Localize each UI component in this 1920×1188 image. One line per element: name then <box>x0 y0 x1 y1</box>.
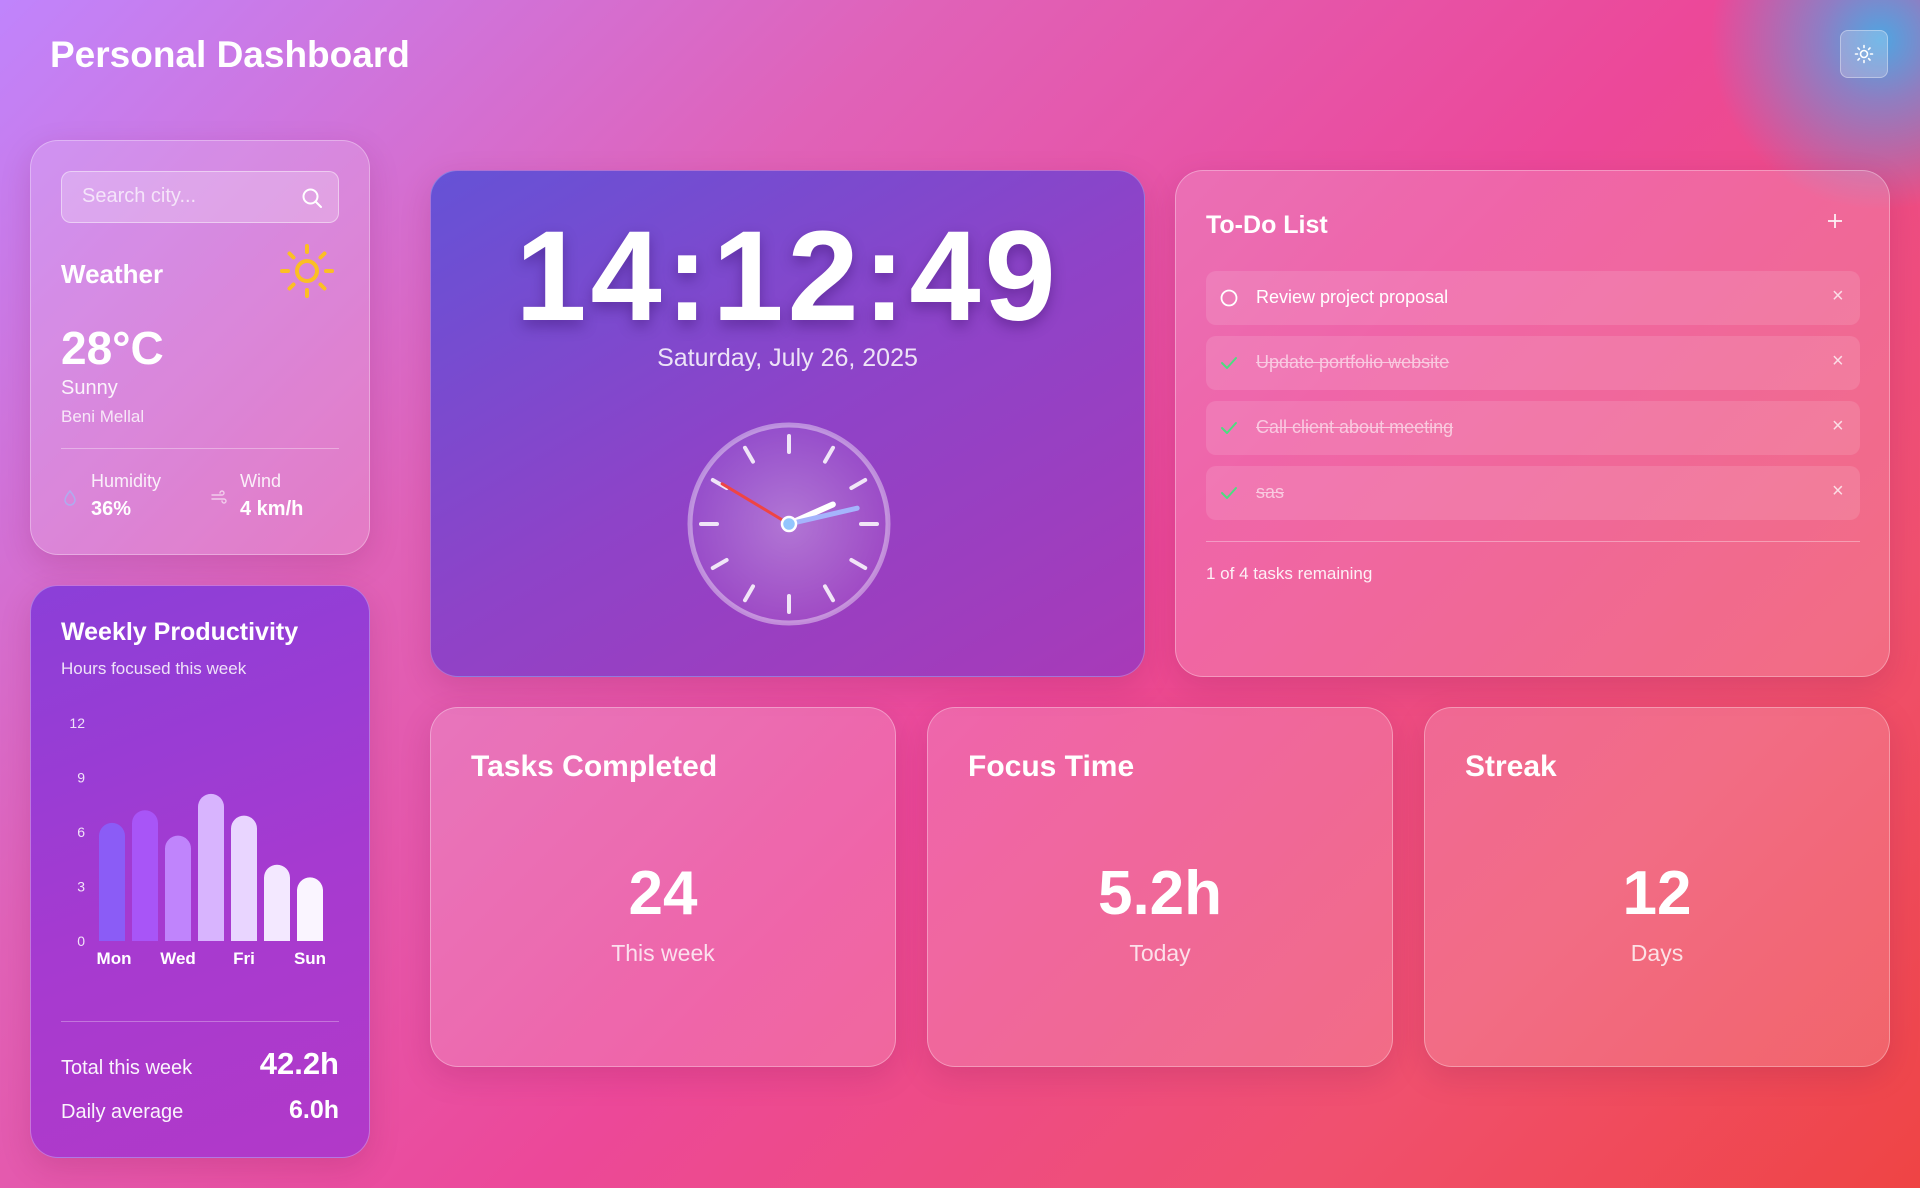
stat-label: This week <box>611 940 715 966</box>
circle-icon <box>1220 289 1238 307</box>
chart-bar-thu <box>198 793 224 941</box>
todo-item: Review project proposal × <box>1206 271 1860 325</box>
stat-title: Focus Time <box>968 750 1135 783</box>
stat-value: 24 <box>628 859 698 928</box>
add-task-button[interactable] <box>1826 207 1844 235</box>
average-value: 6.0h <box>288 1096 339 1124</box>
x-tick-label: Fri <box>233 949 255 968</box>
todo-title: To-Do List <box>1206 211 1328 239</box>
wind-label: Wind <box>240 471 282 491</box>
sun-icon <box>1854 44 1874 64</box>
total-value: 42.2h <box>259 1046 339 1081</box>
todo-text: Update portfolio website <box>1256 352 1450 372</box>
analog-clock <box>687 422 891 626</box>
productivity-bar-chart: 0 3 6 9 12 Mon Wed Fri Sun <box>69 715 326 968</box>
droplet-icon <box>63 489 77 509</box>
y-tick-label: 0 <box>77 933 85 949</box>
y-tick-label: 6 <box>77 824 85 840</box>
search-icon[interactable] <box>300 186 324 215</box>
clock-center <box>780 515 798 533</box>
chart-bar-wed <box>165 835 191 941</box>
humidity-stat: Humidity 36% <box>91 471 161 521</box>
digital-time: 14:12:49 <box>515 205 1060 348</box>
chart-bar-mon <box>99 822 125 941</box>
clock-date: Saturday, July 26, 2025 <box>657 344 918 372</box>
x-tick-label: Wed <box>160 949 196 968</box>
y-tick-label: 12 <box>69 715 85 731</box>
weather-title: Weather <box>61 259 164 289</box>
chart-bar-tue <box>132 810 158 941</box>
todo-item: sas × <box>1206 466 1860 520</box>
productivity-card: Weekly Productivity Hours focused this w… <box>30 585 370 1158</box>
sun-icon <box>279 243 335 304</box>
chart-bar-sun <box>297 877 323 941</box>
productivity-divider <box>61 1021 339 1022</box>
stat-value: 5.2h <box>1097 859 1223 928</box>
weather-divider <box>61 448 339 449</box>
weather-card: Weather 28°C Sunny Beni Mellal Humidity … <box>30 140 370 555</box>
average-row: Daily average 6.0h <box>61 1096 339 1125</box>
stat-card-tasks-completed: Tasks Completed 24 This week <box>430 707 896 1067</box>
todo-text: Call client about meeting <box>1256 417 1454 437</box>
total-row: Total this week 42.2h <box>61 1046 339 1082</box>
page-title: Personal Dashboard <box>50 34 410 75</box>
stat-title: Tasks Completed <box>471 750 718 783</box>
wind-icon <box>211 490 227 507</box>
todo-divider <box>1206 541 1860 542</box>
humidity-value: 36% <box>91 498 132 520</box>
todo-item: Call client about meeting × <box>1206 401 1860 455</box>
todo-checkbox[interactable] <box>1220 289 1238 307</box>
todo-checkbox[interactable] <box>1220 354 1238 372</box>
delete-task-button[interactable]: × <box>1832 350 1844 373</box>
total-label: Total this week <box>61 1057 193 1079</box>
tasks-remaining: 1 of 4 tasks remaining <box>1206 564 1373 583</box>
wind-value: 4 km/h <box>240 498 304 520</box>
stat-label: Today <box>1129 940 1191 966</box>
y-tick-label: 9 <box>77 770 85 786</box>
check-icon <box>1221 422 1237 434</box>
stat-label: Days <box>1630 940 1684 966</box>
check-icon <box>1221 487 1237 499</box>
chart-bar-fri <box>231 815 257 941</box>
city-search-box <box>61 171 339 223</box>
todo-text: sas <box>1256 482 1285 502</box>
weather-location: Beni Mellal <box>61 407 145 426</box>
average-label: Daily average <box>61 1101 184 1123</box>
delete-task-button[interactable]: × <box>1832 480 1844 503</box>
plus-icon <box>1828 214 1842 228</box>
stat-card-streak: Streak 12 Days <box>1424 707 1890 1067</box>
todo-checkbox[interactable] <box>1220 484 1238 502</box>
todo-text: Review project proposal <box>1256 287 1449 307</box>
x-tick-label: Sun <box>294 949 326 968</box>
stat-title: Streak <box>1465 750 1557 783</box>
delete-task-button[interactable]: × <box>1832 415 1844 438</box>
weather-condition: Sunny <box>61 377 118 399</box>
theme-toggle-button[interactable] <box>1840 30 1888 78</box>
todo-card: To-Do List Review project proposal × Upd… <box>1175 170 1890 677</box>
check-icon <box>1221 357 1237 369</box>
y-tick-label: 3 <box>77 879 85 895</box>
todo-item: Update portfolio website × <box>1206 336 1860 390</box>
humidity-label: Humidity <box>91 471 162 491</box>
x-tick-label: Mon <box>97 949 132 968</box>
stat-value: 12 <box>1622 859 1692 928</box>
delete-task-button[interactable]: × <box>1832 285 1844 308</box>
temperature-value: 28°C <box>61 322 164 374</box>
wind-stat: Wind 4 km/h <box>240 471 303 521</box>
chart-bar-sat <box>264 864 290 941</box>
productivity-title: Weekly Productivity <box>61 618 299 646</box>
city-search-input[interactable] <box>62 172 292 220</box>
productivity-subtitle: Hours focused this week <box>61 659 247 678</box>
clock-card: 14:12:49 Saturday, July 26, 2025 <box>430 170 1145 677</box>
stat-card-focus-time: Focus Time 5.2h Today <box>927 707 1393 1067</box>
todo-checkbox[interactable] <box>1220 419 1238 437</box>
